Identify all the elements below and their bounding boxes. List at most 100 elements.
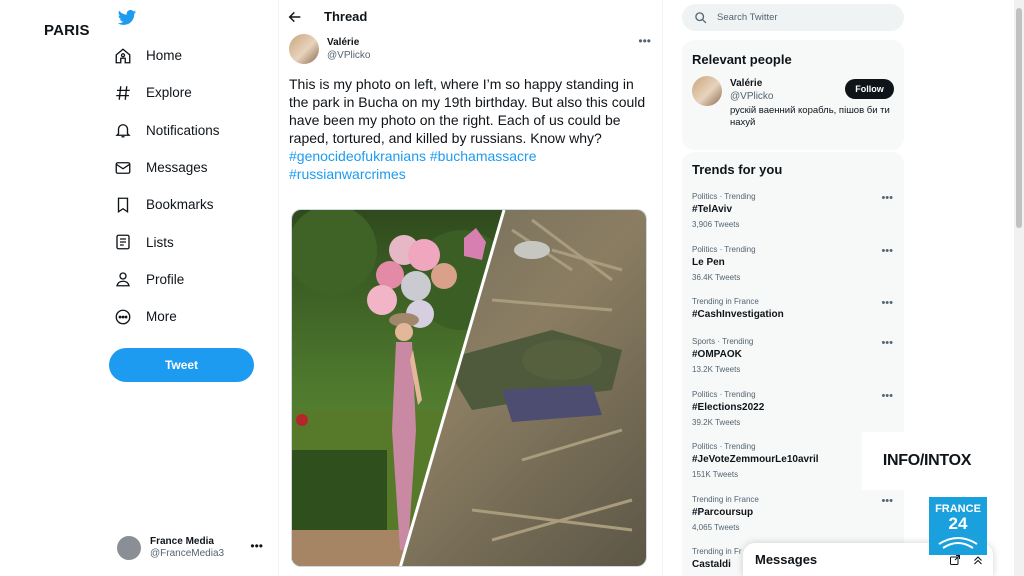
panel-title: Relevant people (692, 52, 792, 67)
channel-number: 24 (948, 514, 968, 533)
person-bio: рускій ваенний корабль, пішов би ти наху… (730, 105, 890, 128)
search-box[interactable] (682, 4, 904, 31)
trend-name: Le Pen (692, 256, 725, 268)
trend-item[interactable]: Politics · Trending #TelAviv 3,906 Tweet… (682, 184, 904, 237)
trend-context: Politics · Trending (692, 244, 756, 254)
account-handle: @FranceMedia3 (150, 548, 225, 559)
hashtag-icon (116, 86, 130, 100)
trend-count: 13.2K Tweets (692, 365, 741, 374)
more-options-icon[interactable]: ••• (881, 297, 893, 309)
trend-name: #TelAviv (692, 204, 733, 215)
more-options-icon[interactable]: ••• (881, 245, 893, 257)
relevant-person[interactable]: Valérie @VPlicko рускій ваенний корабль,… (682, 67, 904, 143)
panel-title: Trends for you (692, 162, 783, 177)
more-options-icon[interactable]: ••• (250, 539, 263, 553)
nav-item-messages[interactable]: Messages (114, 149, 220, 186)
more-options-icon[interactable]: ••• (638, 34, 651, 48)
tweet-button[interactable]: Tweet (109, 348, 254, 382)
new-message-icon[interactable] (949, 554, 961, 566)
hashtag-link[interactable]: #buchamassacre (430, 148, 537, 164)
mail-icon (115, 161, 131, 174)
nav-item-more[interactable]: More (114, 298, 220, 335)
trend-count: 151K Tweets (692, 470, 739, 479)
nav-label: Bookmarks (146, 197, 214, 213)
tweet-photo[interactable] (291, 209, 647, 567)
search-input[interactable] (717, 12, 887, 23)
show-title-overlay: INFO/INTOX (862, 432, 992, 490)
more-options-icon[interactable]: ••• (881, 337, 893, 349)
account-switcher[interactable]: France Media @FranceMedia3 ••• (117, 533, 269, 563)
nav-item-notifications[interactable]: Notifications (114, 112, 220, 149)
nav-label: Explore (146, 85, 192, 101)
location-caption: PARIS (44, 22, 90, 39)
author-handle[interactable]: @VPlicko (327, 50, 371, 61)
relevant-people-panel: Relevant people Valérie @VPlicko рускій … (682, 40, 904, 150)
trend-name: #Parcoursup (692, 506, 754, 518)
account-name: France Media (150, 536, 214, 547)
trend-context: Politics · Trending (692, 389, 756, 399)
trend-count: 3,906 Tweets (692, 220, 740, 229)
trends-panel: Trends for you Politics · Trending #TelA… (682, 152, 904, 576)
more-options-icon[interactable]: ••• (881, 390, 893, 402)
nav-label: More (146, 309, 177, 325)
avatar (117, 536, 141, 560)
trend-item[interactable]: Politics · Trending #Elections2022 39.2K… (682, 382, 904, 435)
trend-name: #Elections2022 (692, 401, 765, 413)
trend-count: 4,065 Tweets (692, 522, 740, 532)
trend-context: Sports · Trending (692, 337, 754, 346)
trend-context: Trending in France (692, 297, 759, 306)
primary-nav: Home Explore Notifications Messages Book… (114, 37, 220, 335)
nav-label: Profile (146, 271, 185, 287)
nav-item-explore[interactable]: Explore (114, 74, 220, 111)
left-sidebar: Home Explore Notifications Messages Book… (108, 0, 278, 576)
trend-count: 39.2K Tweets (692, 417, 741, 427)
person-name[interactable]: Valérie (730, 78, 762, 89)
trend-item[interactable]: Trending in France #Parcoursup 4,065 Twe… (682, 487, 904, 540)
twitter-logo-icon[interactable] (117, 8, 137, 28)
trend-name: Castaldi (692, 559, 731, 570)
collapse-chevron-icon[interactable] (972, 554, 984, 566)
follow-button[interactable]: Follow (845, 79, 894, 99)
tweet-body: This is my photo on left, where I’m so h… (289, 76, 646, 146)
author-name[interactable]: Valérie (327, 37, 359, 48)
tweet-text: This is my photo on left, where I’m so h… (289, 75, 654, 183)
more-circle-icon (115, 309, 131, 325)
avatar[interactable] (289, 34, 319, 64)
tweet-author: Valérie @VPlicko ••• (289, 34, 659, 64)
nav-label: Lists (146, 234, 174, 250)
nav-item-profile[interactable]: Profile (114, 261, 220, 298)
trend-item[interactable]: Sports · Trending #OMPAOK 13.2K Tweets •… (682, 329, 904, 382)
page-title: Thread (324, 9, 368, 24)
back-arrow-icon[interactable] (287, 9, 303, 25)
channel-logo: FRANCE 24 (929, 497, 987, 555)
more-options-icon[interactable]: ••• (881, 495, 893, 507)
nav-label: Notifications (146, 122, 220, 138)
avatar[interactable] (692, 76, 722, 106)
hashtag-link[interactable]: #genocideofukranians (289, 148, 426, 164)
trend-context: Trending in France (692, 494, 759, 504)
hashtag-link[interactable]: #russianwarcrimes (289, 166, 406, 182)
trend-name: #CashInvestigation (692, 309, 784, 320)
messages-drawer-title: Messages (755, 552, 818, 567)
person-handle[interactable]: @VPlicko (730, 91, 774, 102)
trend-list: Politics · Trending #TelAviv 3,906 Tweet… (682, 184, 904, 576)
search-icon (695, 12, 707, 24)
nav-item-lists[interactable]: Lists (114, 223, 220, 260)
list-icon (116, 234, 130, 250)
thread-header: Thread (279, 0, 662, 34)
trend-context: Politics · Trending (692, 442, 756, 451)
nav-item-home[interactable]: Home (114, 37, 220, 74)
thread-column: Thread Valérie @VPlicko ••• This is my p… (279, 0, 662, 576)
trend-item[interactable]: Trending in France #CashInvestigation ••… (682, 289, 904, 329)
trend-count: 36.4K Tweets (692, 272, 741, 282)
more-options-icon[interactable]: ••• (881, 192, 893, 204)
trend-name: #OMPAOK (692, 349, 742, 360)
trend-item[interactable]: Politics · Trending Le Pen 36.4K Tweets … (682, 237, 904, 290)
trend-context: Trending in Fr (692, 547, 742, 556)
nav-item-bookmarks[interactable]: Bookmarks (114, 186, 220, 223)
bell-icon (115, 124, 131, 138)
scrollbar-thumb[interactable] (1016, 8, 1022, 228)
bookmark-icon (117, 197, 129, 213)
nav-label: Messages (146, 160, 208, 176)
nav-label: Home (146, 48, 183, 64)
